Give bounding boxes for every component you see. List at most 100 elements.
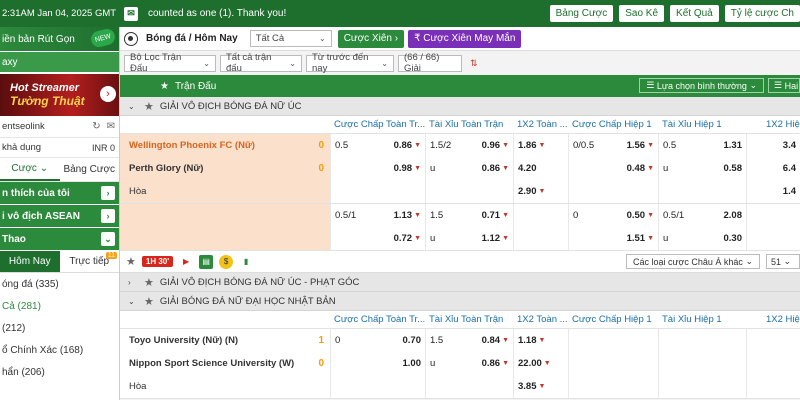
message-icon[interactable]: ✉ [124,6,138,21]
odds-cell[interactable]: 0/0.5 1.56 ▼ [568,134,658,157]
odds-cell[interactable]: 6.4 [746,157,800,180]
odds-type-button[interactable]: Tỷ lệ cược Ch [724,5,800,22]
odds-cell[interactable]: 0.5 1.31 [658,134,746,157]
odds-cell[interactable]: 1.5 0.71 ▼ [425,204,513,227]
odds-cell[interactable]: 1.51 ▼ [568,227,658,250]
play-icon[interactable]: ▶ [179,255,193,269]
total-line: u [430,233,436,244]
league-row[interactable]: ⌄ ★ GIẢI BÓNG ĐÁ NỮ ĐẠI HỌC NHẬT BẢN [120,292,800,311]
tab-bet-list[interactable]: Bảng Cược [60,158,120,181]
more-markets-select[interactable]: 51 ⌄ [766,254,800,269]
odds-cell[interactable]: 0.72 ▼ [330,227,425,250]
odds-cell[interactable]: 0.5 0.86 ▼ [330,134,425,157]
odds-cell[interactable]: 1.5/2 0.96 ▼ [425,134,513,157]
matches-section-header: ★ Trận Đấu ☰ Lựa chọn bình thường ⌄ ☰ Ha… [120,75,800,97]
layout-select[interactable]: ☰ Hai [768,78,800,93]
odds-cell[interactable]: 0.5/1 2.08 [658,204,746,227]
coin-icon[interactable]: $ [219,254,234,269]
odds-down-icon: ▼ [538,142,546,149]
sidebar-item-all[interactable]: Cả (281) [0,295,119,317]
chevron-down-icon[interactable]: ⌄ [128,102,140,111]
sidebar-section-favorites[interactable]: n thích của tôi › [0,182,119,205]
odds-value: 3.4 [782,140,796,151]
star-icon[interactable]: ★ [144,100,154,113]
odds-cell[interactable]: 1.86 ▼ [513,134,568,157]
scoreboard-icon[interactable]: ▤ [199,254,214,269]
bet-list-button[interactable]: Bảng Cược [549,5,614,22]
odds-value: 1.12 [481,233,501,244]
statement-button[interactable]: Sao Kê [619,5,665,22]
sidebar-section-asean[interactable]: i vô địch ASEAN › [0,205,119,228]
odds-cell[interactable]: 0.48 ▼ [568,157,658,180]
chevron-down-icon[interactable]: ⌄ [128,297,140,306]
tab-today[interactable]: Hôm Nay [0,251,60,272]
odds-cell[interactable]: 0 0.70 [330,329,425,352]
parlay-button[interactable]: Cược Xiên › [337,29,405,48]
odds-cell[interactable]: u 0.58 [658,157,746,180]
tab-bet-slip-label: Cược [11,163,37,174]
time-range-select[interactable]: Từ trước đến nay ⌄ [306,52,394,74]
sidebar-section-asean-label: i vô địch ASEAN [2,210,80,222]
league-count-select[interactable]: (66 / 66) Giải [398,52,462,74]
odds-cell[interactable]: 0.98 ▼ [330,157,425,180]
sidebar-item-correct-score[interactable]: ổ Chính Xác (168) [0,339,119,361]
view-mode-select[interactable]: ☰ Lựa chọn bình thường ⌄ [639,78,764,93]
star-icon[interactable]: ★ [160,81,169,92]
mail-icon[interactable]: ✉ [107,121,115,132]
odds-cell[interactable]: u 0.30 [658,227,746,250]
home-team[interactable]: Toyo University (Nữ) (N) 1 [120,329,330,352]
sidebar-subtabs: Hôm Nay Trực tiếp 11 [0,251,119,273]
odds-down-icon: ▼ [414,212,421,219]
chevron-right-icon[interactable]: › [100,86,116,102]
stats-icon[interactable]: ▮ [239,255,253,269]
brand-bar[interactable]: axy [0,52,119,72]
odds-value: 0.71 [481,210,501,221]
league-row[interactable]: ⌄ ★ GIẢI VÔ ĐỊCH BÓNG ĐÁ NỮ ÚC [120,97,800,116]
odds-cell[interactable]: u 1.12 ▼ [425,227,513,250]
odds-cell[interactable]: u 0.86 ▼ [425,157,513,180]
odds-cell[interactable]: 3.4 [746,134,800,157]
sort-icon[interactable]: ⇅ [470,58,478,69]
odds-cell-empty [746,329,800,352]
odds-cell-empty [425,180,513,203]
odds-cell[interactable]: 3.85 ▼ [513,375,568,398]
col-handicap-ft: Cược Chấp Toàn Tr... [334,314,425,325]
odds-cell[interactable]: 1.4 [746,180,800,203]
refresh-icon[interactable]: ↻ [92,121,100,132]
breadcrumb-bar: Bóng đá / Hôm Nay Tất Cả ⌄ Cược Xiên › ₹ … [120,27,800,51]
odds-cell[interactable]: 1.00 [330,352,425,375]
odds-cell[interactable]: 0.5/1 1.13 ▼ [330,204,425,227]
chevron-right-icon[interactable]: › [128,278,140,287]
sidebar-item-football[interactable]: óng đá (335) [0,273,119,295]
odds-cell[interactable]: 2.90 ▼ [513,180,568,203]
star-icon[interactable]: ★ [126,255,136,268]
match-filter-value: Bộ Lọc Trận Đấu [130,52,182,74]
odds-cell[interactable]: 0 0.50 ▼ [568,204,658,227]
sidebar-item-other[interactable]: hẩn (206) [0,361,119,383]
sidebar-section-sports[interactable]: Thao ⌄ [0,228,119,251]
lite-version-link[interactable]: iền bản Rút Gọn NEW [0,27,119,51]
odds-cell[interactable]: 4.20 [513,157,568,180]
odds-cell[interactable]: 22.00 ▼ [513,352,568,375]
away-team[interactable]: Perth Glory (Nữ) 0 [120,157,330,180]
odds-down-icon: ▼ [502,212,509,219]
star-icon[interactable]: ★ [144,295,154,308]
hot-streamer-banner[interactable]: Hot Streamer Tường Thuật › [0,74,119,116]
league-row[interactable]: › ★ GIẢI VÔ ĐỊCH BÓNG ĐÁ NỮ ÚC - PHẠT GÓ… [120,273,800,292]
username: entseolink [2,121,45,132]
all-matches-select[interactable]: Tất cả trận đấu ⌄ [220,52,302,74]
away-team[interactable]: Nippon Sport Science University (W) 0 [120,352,330,375]
tab-bet-slip[interactable]: Cược ⌄ [0,158,60,181]
odds-cell[interactable]: 1.18 ▼ [513,329,568,352]
market-filter-select[interactable]: Tất Cả ⌄ [249,30,332,47]
match-filter-select[interactable]: Bộ Lọc Trận Đấu ⌄ [124,52,216,74]
star-icon[interactable]: ★ [144,276,154,289]
total-line: u [430,358,436,369]
results-button[interactable]: Kết Quả [670,5,719,22]
home-team[interactable]: Wellington Phoenix FC (Nữ) 0 [120,134,330,157]
asian-bet-types-select[interactable]: Các loại cược Châu Á khác ⌄ [625,254,760,269]
odds-cell[interactable]: 1.5 0.84 ▼ [425,329,513,352]
odds-cell[interactable]: u 0.86 ▼ [425,352,513,375]
lucky-parlay-button[interactable]: ₹ Cược Xiên May Mắn [408,29,522,48]
sidebar-item-handicap[interactable]: (212) [0,317,119,339]
